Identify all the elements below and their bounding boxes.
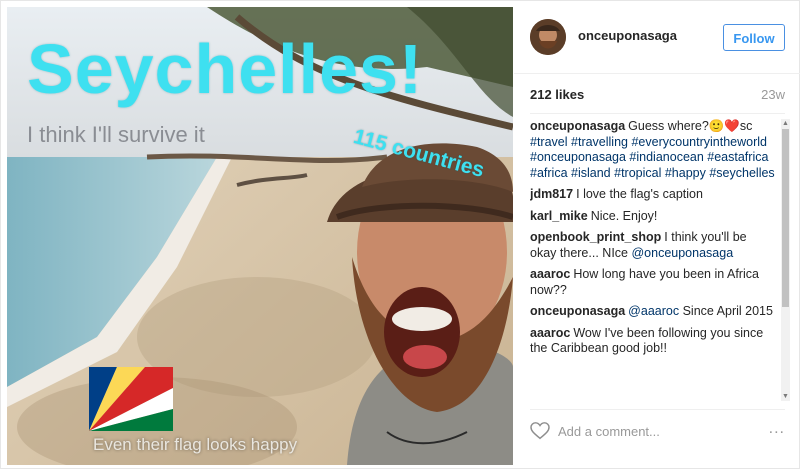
comment-item: onceuponasaga Guess where?🙂❤️sc #travel #…	[530, 119, 775, 181]
comment-text: I love the flag's caption	[576, 187, 703, 201]
comment-username[interactable]: onceuponasaga	[530, 119, 625, 133]
post-frame: Seychelles! I think I'll survive it 115 …	[0, 0, 800, 469]
hashtag-link[interactable]: #travelling	[571, 135, 628, 149]
comment-item: jdm817 I love the flag's caption	[530, 187, 775, 203]
hashtag-link[interactable]: #eastafrica	[707, 150, 768, 164]
comment-username[interactable]: aaaroc	[530, 326, 570, 340]
post-sidebar: onceuponasaga Follow 212 likes 23w onceu…	[514, 1, 800, 470]
comment-username[interactable]: openbook_print_shop	[530, 230, 661, 244]
comment-text: Nice. Enjoy!	[590, 208, 658, 223]
comments-list: onceuponasaga Guess where?🙂❤️sc #travel #…	[530, 119, 775, 405]
seychelles-flag-icon	[89, 367, 173, 431]
comment-text: @aaaroc Since April 2015	[628, 304, 773, 318]
comment-username[interactable]: jdm817	[530, 187, 573, 201]
hashtag-link[interactable]: #africa	[530, 166, 568, 180]
comment-username[interactable]: onceuponasaga	[530, 304, 625, 318]
comment-item: aaaroc Wow I've been following you since …	[530, 326, 775, 357]
comment-footer: Add a comment... ...	[530, 409, 785, 454]
post-age[interactable]: 23w	[761, 87, 785, 102]
post-photo[interactable]: Seychelles! I think I'll survive it 115 …	[7, 7, 513, 465]
photo-subtitle-text: I think I'll survive it	[27, 122, 205, 147]
hashtag-link[interactable]: #happy	[665, 166, 706, 180]
hashtag-link[interactable]: #tropical	[614, 166, 661, 180]
avatar[interactable]	[530, 19, 566, 55]
comment-item: karl_mike Nice. Enjoy!	[530, 209, 775, 225]
comment-username[interactable]: aaaroc	[530, 267, 570, 281]
comment-item: onceuponasaga @aaaroc Since April 2015	[530, 304, 775, 320]
username-link[interactable]: onceuponasaga	[578, 28, 677, 43]
hashtag-link[interactable]: #everycountryintheworld	[631, 135, 767, 149]
comment-item: aaaroc How long have you been in Africa n…	[530, 267, 775, 298]
scrollbar-thumb[interactable]	[782, 129, 789, 307]
add-comment-input[interactable]: Add a comment...	[558, 424, 660, 439]
hashtag-link[interactable]: #indianocean	[629, 150, 703, 164]
mention-link[interactable]: @onceuponasaga	[631, 246, 733, 260]
scroll-down-arrow-icon[interactable]: ▼	[781, 392, 790, 401]
comment-username[interactable]: karl_mike	[530, 209, 588, 223]
mention-link[interactable]: @aaaroc	[628, 304, 679, 318]
likes-count[interactable]: 212 likes	[530, 87, 584, 102]
comment-item: openbook_print_shop I think you'll be oka…	[530, 230, 775, 261]
hashtag-link[interactable]: #island	[571, 166, 611, 180]
hashtag-link[interactable]: #travel	[530, 135, 568, 149]
scroll-up-arrow-icon[interactable]: ▲	[781, 119, 790, 128]
hashtag-link[interactable]: #onceuponasaga	[530, 150, 626, 164]
comments-scrollbar[interactable]: ▲ ▼	[781, 119, 790, 401]
hashtag-link[interactable]: #seychelles	[709, 166, 774, 180]
follow-button[interactable]: Follow	[723, 24, 785, 51]
photo-title-text: Seychelles!	[27, 30, 424, 108]
heart-icon[interactable]	[530, 422, 550, 440]
post-stats: 212 likes 23w	[530, 87, 785, 114]
flag-caption-text: Even their flag looks happy	[93, 435, 298, 454]
more-options-icon[interactable]: ...	[769, 420, 785, 438]
post-header: onceuponasaga Follow	[514, 1, 800, 74]
